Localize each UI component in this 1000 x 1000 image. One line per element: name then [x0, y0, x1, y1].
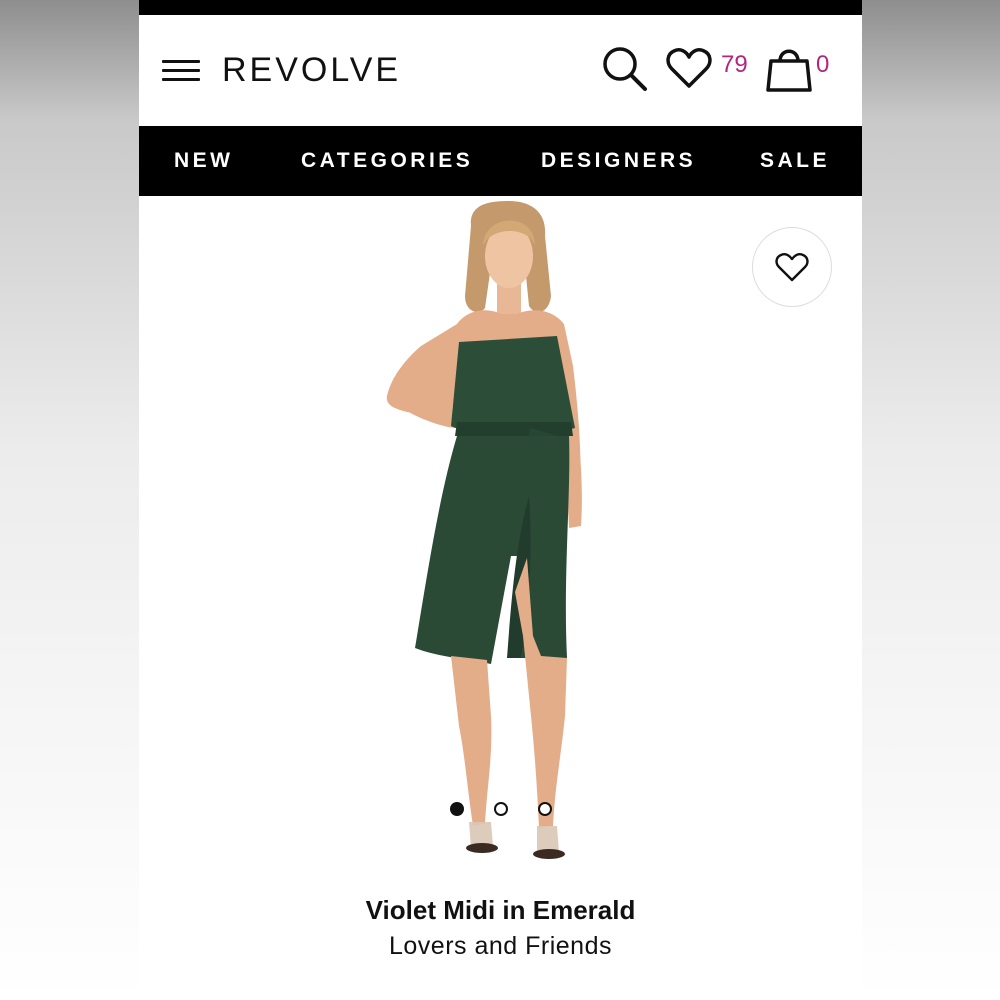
add-to-wishlist-button[interactable]: [752, 227, 832, 307]
bag-count-badge: 0: [816, 51, 830, 78]
pagination-dot-3[interactable]: [538, 802, 552, 816]
wishlist-heart-icon[interactable]: [666, 47, 712, 89]
product-name[interactable]: Violet Midi in Emerald: [139, 893, 862, 927]
product-image-carousel[interactable]: [139, 196, 862, 886]
product-photo: [386, 201, 582, 859]
left-background: [0, 0, 139, 1000]
status-bar: [139, 0, 862, 15]
pagination-dot-1[interactable]: [450, 802, 464, 816]
product-brand[interactable]: Lovers and Friends: [139, 929, 862, 963]
wishlist-count-badge: 79: [721, 51, 748, 78]
search-icon[interactable]: [601, 45, 649, 93]
shopping-bag-icon[interactable]: [766, 45, 812, 93]
heart-icon: [775, 253, 809, 282]
nav-item-sale[interactable]: SALE: [760, 126, 830, 196]
header: REVOLVE 79 0: [139, 15, 862, 126]
right-background: [861, 0, 1000, 1000]
nav-item-designers[interactable]: DESIGNERS: [541, 126, 696, 196]
image-pagination: [139, 802, 862, 822]
category-nav: NEW CATEGORIES DESIGNERS SALE: [139, 126, 862, 196]
hamburger-menu-icon[interactable]: [162, 58, 200, 84]
app-screen: REVOLVE 79 0 NEW CATEGORIES DESIGNERS SA…: [139, 0, 862, 1000]
logo[interactable]: REVOLVE: [222, 48, 401, 92]
pagination-dot-2[interactable]: [494, 802, 508, 816]
nav-item-categories[interactable]: CATEGORIES: [301, 126, 473, 196]
nav-item-new[interactable]: NEW: [174, 126, 234, 196]
